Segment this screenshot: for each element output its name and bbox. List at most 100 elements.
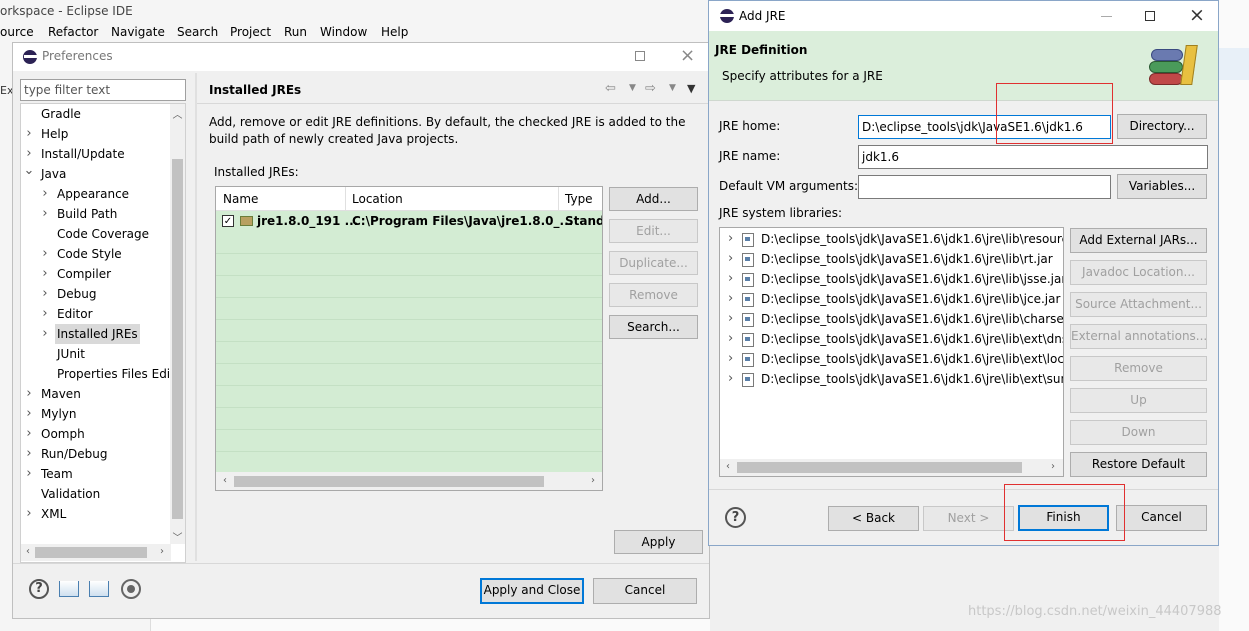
next-button[interactable]: Next > <box>923 506 1014 531</box>
menu-window[interactable]: Window <box>320 25 367 39</box>
wizard-cancel-button[interactable]: Cancel <box>1116 505 1207 531</box>
scroll-down-icon[interactable]: ﹀ <box>170 529 185 544</box>
menu-refactor[interactable]: Refactor <box>48 25 98 39</box>
chevron-right-icon[interactable]: › <box>728 369 733 389</box>
scroll-right-icon[interactable]: › <box>157 546 167 557</box>
help-icon[interactable]: ? <box>725 507 746 528</box>
tree-item[interactable]: › Installed JREs <box>21 324 171 344</box>
table-row[interactable]: ✓ jre1.8.0_191 ... C:\Program Files\Java… <box>216 211 602 232</box>
chevron-right-icon[interactable]: › <box>23 424 35 444</box>
tree-hscrollbar[interactable]: ‹ › <box>21 544 171 561</box>
minimize-icon[interactable] <box>1101 16 1112 17</box>
source-attachment-button[interactable]: Source Attachment... <box>1070 292 1207 317</box>
up-button[interactable]: Up <box>1070 388 1207 413</box>
scroll-left-icon[interactable]: ‹ <box>723 461 733 472</box>
tree-item[interactable]: ⌄ Java <box>21 161 171 184</box>
maximize-icon[interactable] <box>635 51 645 61</box>
close-icon[interactable]: × <box>1189 4 1205 26</box>
chevron-right-icon[interactable]: › <box>23 464 35 484</box>
jre-name-field[interactable]: jdk1.6 <box>858 145 1208 169</box>
restore-default-button[interactable]: Restore Default <box>1070 452 1207 477</box>
chevron-right-icon[interactable]: › <box>23 384 35 404</box>
external-annotations-button[interactable]: External annotations... <box>1070 324 1207 349</box>
remove-button[interactable]: Remove <box>609 283 698 307</box>
chevron-right-icon[interactable]: › <box>39 304 51 324</box>
forward-arrow-icon[interactable]: ⇨ <box>645 81 656 96</box>
table-hscrollbar[interactable]: ‹ › <box>216 472 602 490</box>
chevron-right-icon[interactable]: › <box>39 264 51 284</box>
tree-vscrollbar[interactable]: ︿ ﹀ <box>170 104 185 544</box>
chevron-right-icon[interactable]: › <box>39 204 51 224</box>
chevron-right-icon[interactable]: › <box>23 404 35 424</box>
help-icon[interactable]: ? <box>29 579 49 599</box>
chevron-right-icon[interactable]: › <box>728 329 733 349</box>
directory-button[interactable]: Directory... <box>1117 114 1207 139</box>
tree-item[interactable]: › Build Path <box>21 204 171 224</box>
chevron-down-icon[interactable]: ⌄ <box>23 161 35 181</box>
tree-item[interactable]: › Debug <box>21 284 171 304</box>
menu-source[interactable]: ource <box>0 25 34 39</box>
tree-item[interactable]: › Help <box>21 124 171 144</box>
preferences-cancel-button[interactable]: Cancel <box>593 578 697 604</box>
column-location[interactable]: Location <box>352 192 403 206</box>
scroll-up-icon[interactable]: ︿ <box>170 106 185 121</box>
tree-item[interactable]: Validation <box>21 484 171 504</box>
forward-dropdown-icon[interactable]: ▼ <box>669 83 676 93</box>
hscroll-thumb[interactable] <box>234 476 544 487</box>
add-external-jars-button[interactable]: Add External JARs... <box>1070 228 1207 253</box>
view-menu-icon[interactable]: ▼ <box>687 82 695 95</box>
maximize-icon[interactable] <box>1145 11 1155 21</box>
column-name[interactable]: Name <box>223 192 258 206</box>
filter-input[interactable]: type filter text <box>20 79 186 101</box>
back-button[interactable]: < Back <box>828 506 919 531</box>
menu-project[interactable]: Project <box>230 25 271 39</box>
tree-item[interactable]: › Run/Debug <box>21 444 171 464</box>
chevron-right-icon[interactable]: › <box>728 269 733 289</box>
row-checkbox[interactable]: ✓ <box>222 215 234 227</box>
export-icon[interactable] <box>89 581 109 597</box>
tree-item[interactable]: › Appearance <box>21 184 171 204</box>
tree-item[interactable]: › Mylyn <box>21 404 171 424</box>
close-icon[interactable]: × <box>680 45 695 66</box>
chevron-right-icon[interactable]: › <box>39 324 51 344</box>
apply-button[interactable]: Apply <box>614 530 703 554</box>
tree-item[interactable]: › Editor <box>21 304 171 324</box>
apply-and-close-button[interactable]: Apply and Close <box>480 578 584 604</box>
libraries-hscrollbar[interactable]: ‹ › <box>720 459 1063 476</box>
import-icon[interactable] <box>59 581 79 597</box>
vm-args-field[interactable] <box>858 175 1111 199</box>
chevron-right-icon[interactable]: › <box>728 349 733 369</box>
tree-item[interactable]: › Install/Update <box>21 144 171 164</box>
chevron-right-icon[interactable]: › <box>23 124 35 144</box>
splitter[interactable] <box>195 73 197 561</box>
hscroll-thumb[interactable] <box>35 547 147 558</box>
back-dropdown-icon[interactable]: ▼ <box>629 83 636 93</box>
chevron-right-icon[interactable]: › <box>728 249 733 269</box>
chevron-right-icon[interactable]: › <box>728 309 733 329</box>
scroll-thumb[interactable] <box>172 159 183 519</box>
scroll-right-icon[interactable]: › <box>588 475 598 486</box>
chevron-right-icon[interactable]: › <box>39 184 51 204</box>
scroll-left-icon[interactable]: ‹ <box>220 475 230 486</box>
menu-run[interactable]: Run <box>284 25 307 39</box>
chevron-right-icon[interactable]: › <box>23 444 35 464</box>
hscroll-thumb[interactable] <box>737 462 1022 473</box>
finish-button[interactable]: Finish <box>1018 505 1109 531</box>
menu-search[interactable]: Search <box>177 25 218 39</box>
back-arrow-icon[interactable]: ⇦ <box>605 81 616 96</box>
record-icon[interactable] <box>121 579 141 599</box>
variables-button[interactable]: Variables... <box>1117 174 1207 199</box>
tree-item[interactable]: Properties Files Edi <box>21 364 171 384</box>
tree-item[interactable]: › Oomph <box>21 424 171 444</box>
tree-item[interactable]: Gradle <box>21 104 171 124</box>
tree-item[interactable]: › Team <box>21 464 171 484</box>
menu-navigate[interactable]: Navigate <box>111 25 165 39</box>
search-button[interactable]: Search... <box>609 315 698 339</box>
javadoc-location-button[interactable]: Javadoc Location... <box>1070 260 1207 285</box>
chevron-right-icon[interactable]: › <box>728 229 733 249</box>
menu-help[interactable]: Help <box>381 25 408 39</box>
tree-item[interactable]: › Maven <box>21 384 171 404</box>
tree-item[interactable]: Code Coverage <box>21 224 171 244</box>
column-type[interactable]: Type <box>565 192 593 206</box>
chevron-right-icon[interactable]: › <box>728 289 733 309</box>
